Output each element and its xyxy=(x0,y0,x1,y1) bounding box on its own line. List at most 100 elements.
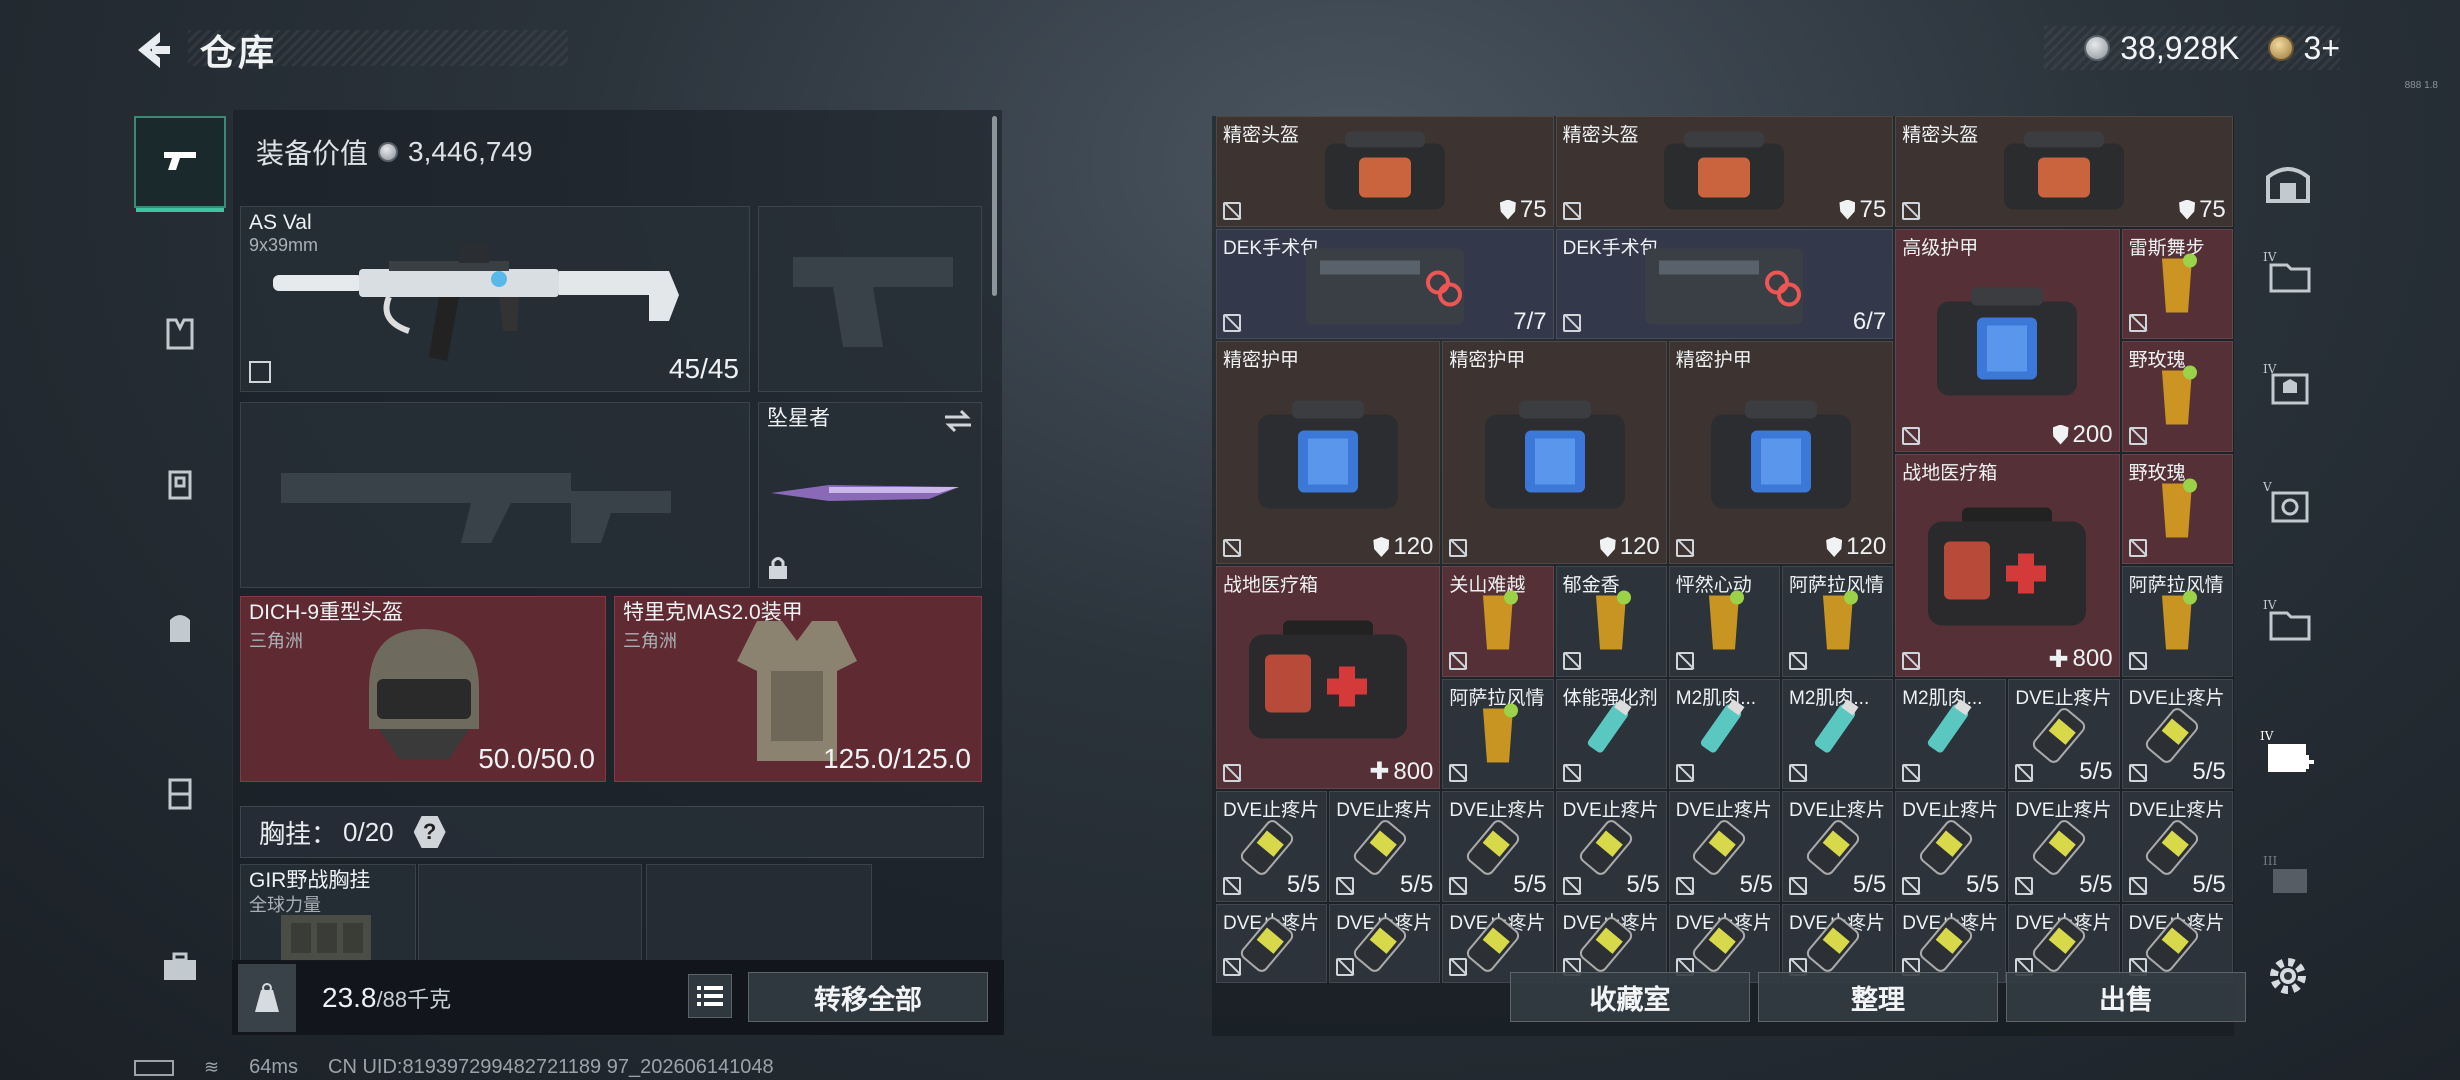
stash-item[interactable]: DVE止疼片 xyxy=(1668,903,1780,983)
stash-item[interactable]: 野玫瑰 xyxy=(2121,341,2233,452)
rail-backpack-tab[interactable] xyxy=(134,582,226,674)
stash-item[interactable]: 野玫瑰 xyxy=(2121,453,2233,564)
rail-toolbox-tab[interactable] xyxy=(134,920,226,1012)
rail-vest-tab[interactable] xyxy=(134,288,226,380)
wifi-icon: ≋ xyxy=(204,1057,220,1077)
stash-item[interactable]: DVE止疼片 xyxy=(1329,903,1441,983)
item-name: 精密头盔 xyxy=(1562,125,1639,146)
stash-item[interactable]: 精密护甲 120 xyxy=(1668,341,1894,564)
stash-page-4-tab[interactable]: IV xyxy=(2250,584,2326,654)
primary-weapon-slot[interactable]: AS Val 9x39mm 45/45 xyxy=(240,206,750,392)
stash-page-2-tab[interactable]: IV xyxy=(2250,348,2326,418)
stash-item[interactable]: DVE止疼片 5/5 xyxy=(1442,791,1554,902)
stash-item[interactable]: DVE止疼片 5/5 xyxy=(1555,791,1667,902)
stash-item[interactable]: 精密护甲 120 xyxy=(1216,341,1441,564)
sell-button[interactable]: 出售 xyxy=(2006,972,2246,1022)
medkit-case-icon: IV xyxy=(2260,729,2314,772)
stash-home-tab[interactable] xyxy=(2250,148,2326,218)
armor-slot[interactable]: 特里克MAS2.0装甲 三角洲 125.0/125.0 xyxy=(614,596,982,782)
pistol-slot[interactable] xyxy=(758,206,982,392)
stash-item[interactable]: DVE止疼片 xyxy=(1782,903,1894,983)
svg-text:IV: IV xyxy=(2263,250,2277,264)
melee-slot[interactable]: 坠星者 xyxy=(758,402,982,588)
pill-bottle-icon xyxy=(1580,916,1633,972)
rail-armor-tab[interactable] xyxy=(134,438,226,530)
item-value: 5/5 xyxy=(1740,871,1773,899)
item-image xyxy=(1798,907,1878,981)
item-value-text: 5/5 xyxy=(2192,870,2226,898)
stash-item[interactable]: DVE止疼片 5/5 xyxy=(1329,791,1441,902)
stash-item[interactable]: 阿萨拉风情 xyxy=(1442,678,1554,789)
stash-item[interactable]: DEK手术包 7/7 xyxy=(1216,228,1554,339)
stash-medical-tab[interactable]: IV xyxy=(2250,718,2326,788)
unmarked-icon xyxy=(1223,764,1241,782)
stash-item[interactable]: DVE止疼片 5/5 xyxy=(1782,791,1894,902)
unmarked-icon xyxy=(1902,876,1921,895)
currency-display: 38,928K 3+ xyxy=(2044,26,2340,70)
item-value: 75 xyxy=(2179,196,2226,224)
stash-item[interactable]: 关山难越 xyxy=(1442,566,1554,677)
stash-item[interactable]: DVE止疼片 xyxy=(2121,903,2233,983)
uid-text: CN UID:819397299482721189 97_20260614104… xyxy=(328,1056,774,1078)
stash-item[interactable]: 战地医疗箱 ✚ 800 xyxy=(1895,453,2120,677)
stash-item[interactable]: DVE止疼片 5/5 xyxy=(2121,791,2233,902)
rail-weapon-tab[interactable] xyxy=(134,116,226,212)
organize-button[interactable]: 整理 xyxy=(1758,972,1998,1022)
item-value: 5/5 xyxy=(2079,758,2112,786)
stash-item[interactable]: 体能强化剂 xyxy=(1555,678,1667,789)
stash-item[interactable]: DEK手术包 6/7 xyxy=(1555,228,1894,339)
stash-item[interactable]: 阿萨拉风情 xyxy=(1782,566,1894,677)
item-image xyxy=(1571,907,1651,981)
stash-item[interactable]: 阿萨拉风情 xyxy=(2121,566,2233,677)
equip-value-amount: 3,446,749 xyxy=(408,136,533,167)
item-image xyxy=(2137,907,2217,981)
stash-item[interactable]: 高级护甲 200 xyxy=(1895,228,2120,452)
stash-item[interactable]: DVE止疼片 xyxy=(1555,903,1667,983)
chest-rig-pocket[interactable] xyxy=(418,864,642,960)
list-view-button[interactable] xyxy=(688,974,732,1018)
stash-item[interactable]: 郁金香 xyxy=(1555,566,1667,677)
stash-page-1-tab[interactable]: IV xyxy=(2250,236,2326,306)
stash-item[interactable]: 精密头盔 75 xyxy=(1555,116,1894,227)
item-value-text: 5/5 xyxy=(1286,870,1321,898)
stash-item[interactable]: 精密护甲 120 xyxy=(1442,341,1667,564)
item-value: 5/5 xyxy=(1966,871,1999,899)
stash-item[interactable]: DVE止疼片 5/5 xyxy=(2008,678,2120,789)
stash-item[interactable]: DVE止疼片 5/5 xyxy=(1668,791,1780,902)
swap-icon[interactable] xyxy=(943,409,973,433)
stash-item[interactable]: DVE止疼片 xyxy=(1442,903,1554,983)
stash-item[interactable]: 精密头盔 75 xyxy=(1216,116,1554,227)
stash-item[interactable]: DVE止疼片 5/5 xyxy=(1895,791,2007,902)
item-image xyxy=(1586,586,1636,661)
loadout-scrollbar[interactable] xyxy=(992,116,997,296)
stash-item[interactable]: 雷斯舞步 xyxy=(2121,228,2233,339)
stash-item[interactable]: 精密头盔 75 xyxy=(1895,116,2233,227)
pill-bottle-icon xyxy=(2032,916,2086,972)
stash-item[interactable]: DVE止疼片 5/5 xyxy=(1216,791,1328,902)
chest-rig-pocket[interactable] xyxy=(646,864,872,960)
stash-item[interactable]: DVE止疼片 xyxy=(2008,903,2120,983)
stash-item[interactable]: M2肌肉... xyxy=(1895,678,2007,789)
back-arrow-icon[interactable] xyxy=(130,28,174,72)
stash-item[interactable]: M2肌肉... xyxy=(1782,678,1894,789)
collection-button[interactable]: 收藏室 xyxy=(1510,972,1750,1022)
secondary-weapon-slot[interactable] xyxy=(240,402,750,588)
syringe-icon xyxy=(1701,698,1745,753)
stash-item[interactable]: DVE止疼片 xyxy=(1216,903,1328,983)
stash-item[interactable]: 怦然心动 xyxy=(1668,566,1780,677)
help-icon[interactable]: ? xyxy=(413,816,446,848)
stash-item[interactable]: DVE止疼片 xyxy=(1895,903,2007,983)
rail-case-tab[interactable] xyxy=(134,748,226,840)
item-image xyxy=(1798,693,1878,778)
transfer-all-button[interactable]: 转移全部 xyxy=(748,972,988,1022)
stash-locked-tab[interactable]: III xyxy=(2250,840,2326,910)
stash-item[interactable]: DVE止疼片 5/5 xyxy=(2008,791,2120,902)
settings-gear-icon[interactable] xyxy=(2262,950,2314,1002)
stash-item[interactable]: M2肌肉... xyxy=(1668,678,1780,789)
item-image xyxy=(1639,238,1809,333)
stash-item[interactable]: 战地医疗箱 ✚ 800 xyxy=(1216,566,1441,789)
stash-item[interactable]: DVE止疼片 5/5 xyxy=(2121,678,2233,789)
helmet-slot[interactable]: DICH-9重型头盔 三角洲 50.0/50.0 xyxy=(240,596,606,782)
chest-rig-slot[interactable]: GIR野战胸挂 全球力量 xyxy=(240,864,416,961)
stash-page-3-tab[interactable]: V xyxy=(2250,466,2326,536)
